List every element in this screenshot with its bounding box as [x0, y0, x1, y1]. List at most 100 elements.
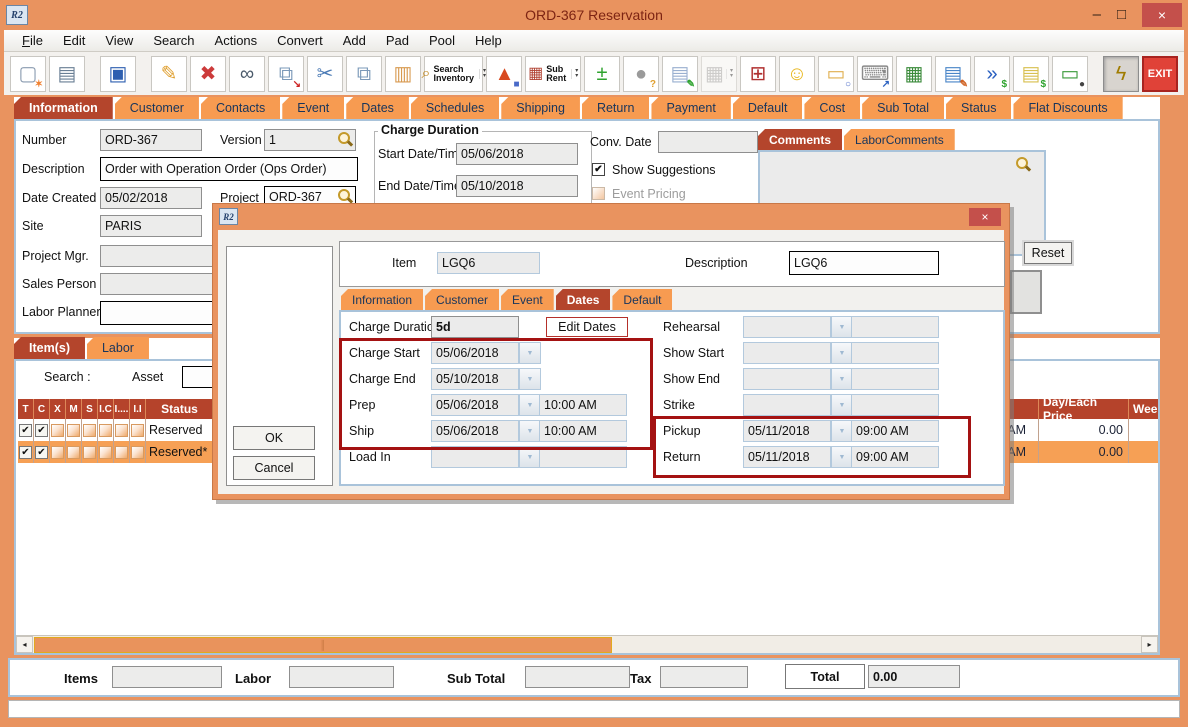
event-pricing-checkbox[interactable]	[592, 187, 605, 200]
dialog-description-field[interactable]: LGQ6	[789, 251, 939, 275]
unchecked-box-icon[interactable]	[115, 446, 128, 459]
3d-shapes-button[interactable]: ▲■	[486, 56, 522, 92]
checked-box-icon[interactable]	[35, 446, 48, 459]
menu-help[interactable]: Help	[465, 31, 512, 50]
dialog-return-date-field[interactable]: 05/11/2018	[743, 446, 831, 468]
unchecked-box-icon[interactable]	[67, 446, 80, 459]
dialog-charge-end-dropdown-icon[interactable]: ▼	[519, 368, 541, 390]
menu-search[interactable]: Search	[143, 31, 204, 50]
menu-edit[interactable]: Edit	[53, 31, 95, 50]
new-document-button[interactable]: ▢✶	[10, 56, 46, 92]
scroll-left-icon[interactable]: ◂	[16, 636, 33, 653]
col-header-i-c[interactable]: I.C	[98, 399, 114, 419]
check-cell-c[interactable]	[34, 441, 50, 463]
dialog-return-dropdown-icon[interactable]: ▼	[831, 446, 853, 468]
dialog-charge-duration-field[interactable]: 5d	[431, 316, 519, 338]
dialog-return-time-field[interactable]: 09:00 AM	[851, 446, 939, 468]
unchecked-box-icon[interactable]	[83, 424, 96, 437]
status-cell[interactable]: Reserved*	[146, 441, 214, 463]
number-field[interactable]: ORD-367	[100, 129, 202, 151]
ok-button[interactable]: OK	[233, 426, 315, 450]
show-suggestions-checkbox[interactable]	[592, 163, 605, 176]
cancel-button[interactable]: Cancel	[233, 456, 315, 480]
dialog-tab-information[interactable]: Information	[341, 289, 423, 310]
menu-convert[interactable]: Convert	[267, 31, 333, 50]
sub-rent-button[interactable]: ▦Sub Rent▾▾	[525, 56, 581, 92]
delete-button[interactable]: ✖	[190, 56, 226, 92]
dialog-show-end-date-field[interactable]	[743, 368, 831, 390]
comments-search-icon[interactable]	[1016, 157, 1031, 172]
check-cell-m[interactable]	[66, 419, 82, 441]
menu-pad[interactable]: Pad	[376, 31, 419, 50]
dialog-strike-time-field[interactable]	[851, 394, 939, 416]
description-field[interactable]: Order with Operation Order (Ops Order)	[100, 157, 358, 181]
cube-button[interactable]: ▦	[896, 56, 932, 92]
end-datetime-field[interactable]: 05/10/2018	[456, 175, 578, 197]
quick-lightning-button[interactable]: ϟ	[1103, 56, 1139, 92]
week-price-cell[interactable]: 0.00	[1129, 441, 1160, 463]
dialog-charge-start-date-field[interactable]: 05/06/2018	[431, 342, 519, 364]
partial-button[interactable]	[1010, 270, 1042, 314]
save-button[interactable]: ▣	[100, 56, 136, 92]
tab-event[interactable]: Event	[282, 97, 344, 119]
check-cell-m[interactable]	[66, 441, 82, 463]
dialog-tab-event[interactable]: Event	[501, 289, 554, 310]
dialog-show-end-dropdown-icon[interactable]: ▼	[831, 368, 853, 390]
tab-flat-discounts[interactable]: Flat Discounts	[1013, 97, 1122, 119]
col-header-x[interactable]: X	[50, 399, 66, 419]
unchecked-box-icon[interactable]	[99, 424, 112, 437]
dialog-rehearsal-time-field[interactable]	[851, 316, 939, 338]
close-icon[interactable]: ×	[1142, 3, 1182, 27]
menu-file[interactable]: File	[12, 31, 53, 50]
project-search-icon[interactable]	[338, 189, 353, 204]
col-header-week-price[interactable]: Week P	[1129, 399, 1160, 419]
check-cell-i[interactable]	[114, 419, 130, 441]
checked-box-icon[interactable]	[19, 446, 32, 459]
check-cell-i-i[interactable]	[130, 441, 146, 463]
calendar-dropdown-icon[interactable]: ▾▾	[726, 69, 733, 79]
dialog-prep-dropdown-icon[interactable]: ▼	[519, 394, 541, 416]
notes-edit-button[interactable]: ▤✎	[662, 56, 698, 92]
menu-pool[interactable]: Pool	[419, 31, 465, 50]
tab-return[interactable]: Return	[582, 97, 650, 119]
dialog-ship-time-field[interactable]: 10:00 AM	[539, 420, 627, 442]
tab-information[interactable]: Information	[14, 97, 113, 119]
menu-add[interactable]: Add	[333, 31, 376, 50]
check-cell-s[interactable]	[82, 441, 98, 463]
version-search-icon[interactable]	[338, 132, 353, 147]
dialog-load-in-date-field[interactable]	[431, 446, 519, 468]
check-cell-t[interactable]	[18, 419, 34, 441]
cut-scissors-button[interactable]: ✂	[307, 56, 343, 92]
unchecked-box-icon[interactable]	[99, 446, 112, 459]
tab-status[interactable]: Status	[946, 97, 1011, 119]
dialog-charge-start-dropdown-icon[interactable]: ▼	[519, 342, 541, 364]
labor-planner-field[interactable]	[100, 301, 222, 325]
dialog-strike-dropdown-icon[interactable]: ▼	[831, 394, 853, 416]
tab-payment[interactable]: Payment	[651, 97, 730, 119]
dialog-load-in-time-field[interactable]	[539, 446, 627, 468]
edit-notes-blue-button[interactable]: ▤✎	[935, 56, 971, 92]
minimize-icon[interactable]: –	[1093, 8, 1101, 22]
date-created-field[interactable]: 05/02/2018	[100, 187, 202, 209]
dialog-rehearsal-dropdown-icon[interactable]: ▼	[831, 316, 853, 338]
table-horizontal-scrollbar[interactable]: ◂ ║ ▸	[16, 635, 1158, 653]
dialog-show-start-dropdown-icon[interactable]: ▼	[831, 342, 853, 364]
scroll-right-icon[interactable]: ▸	[1141, 636, 1158, 653]
add-item-button[interactable]: ±	[584, 56, 620, 92]
exit-button[interactable]: EXIT	[1142, 56, 1178, 92]
dialog-show-start-time-field[interactable]	[851, 342, 939, 364]
start-datetime-field[interactable]: 05/06/2018	[456, 143, 578, 165]
dialog-item-list[interactable]	[226, 246, 333, 486]
status-cell[interactable]: Reserved	[146, 419, 214, 441]
tab-customer[interactable]: Customer	[115, 97, 199, 119]
dialog-tab-default[interactable]: Default	[612, 289, 672, 310]
tab-contacts[interactable]: Contacts	[201, 97, 280, 119]
check-cell-x[interactable]	[50, 419, 66, 441]
tab-labor[interactable]: Labor	[87, 337, 149, 359]
col-header-status[interactable]: Status	[146, 399, 214, 419]
dialog-pickup-time-field[interactable]: 09:00 AM	[851, 420, 939, 442]
dialog-prep-date-field[interactable]: 05/06/2018	[431, 394, 519, 416]
calendar-button[interactable]: ▦▾▾	[701, 56, 737, 92]
col-header-m[interactable]: M	[66, 399, 82, 419]
check-cell-x[interactable]	[50, 441, 66, 463]
